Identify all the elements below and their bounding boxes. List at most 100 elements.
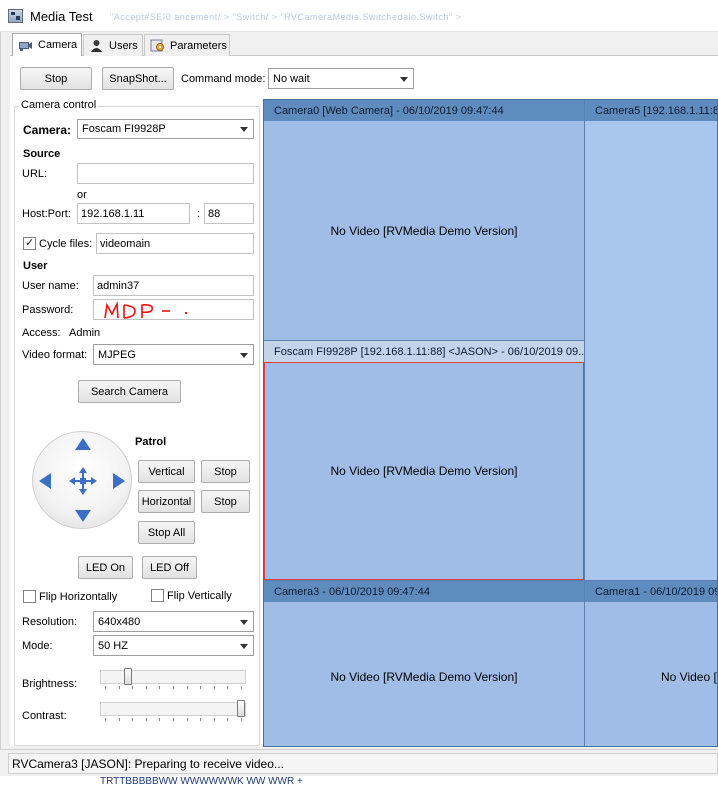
brightness-slider-thumb[interactable]: [124, 668, 132, 685]
status-text: RVCamera3 [JASON]: Preparing to receive …: [8, 753, 718, 774]
host-input[interactable]: 192.168.1.11: [77, 203, 190, 224]
stop-button[interactable]: Stop: [20, 67, 92, 90]
tab-camera-label: Camera: [38, 39, 78, 51]
slider-tick: [227, 718, 228, 721]
app-icon: [8, 9, 23, 23]
search-camera-button[interactable]: Search Camera: [78, 380, 181, 403]
url-input[interactable]: [77, 163, 254, 184]
command-mode-value: No wait: [273, 72, 310, 85]
slider-tick: [241, 718, 242, 721]
slider-tick: [187, 686, 188, 689]
username-input[interactable]: admin37: [93, 275, 254, 296]
patrol-vertical-stop-button[interactable]: Stop: [201, 460, 250, 483]
background-text: "Accept#SEI0 ancement/ > "Switch/ > "RVC…: [110, 12, 462, 22]
patrol-vertical-button[interactable]: Vertical: [138, 460, 195, 483]
password-label: Password:: [22, 304, 74, 316]
window-title: Media Test: [30, 9, 93, 24]
slider-tick: [241, 686, 242, 689]
slider-tick: [146, 718, 147, 721]
video-format-value: MJPEG: [98, 348, 136, 361]
video-cell-header: Foscam FI9928P [192.168.1.11:88] <JASON>…: [264, 341, 584, 362]
window-edge: [0, 32, 1, 749]
status-bar: RVCamera3 [JASON]: Preparing to receive …: [0, 749, 718, 776]
tab-camera[interactable]: Camera: [12, 33, 82, 56]
flip-horizontal-label: Flip Horizontally: [39, 591, 118, 603]
patrol-horizontal-stop-button[interactable]: Stop: [201, 490, 250, 513]
resolution-select[interactable]: 640x480: [93, 611, 254, 632]
patrol-heading: Patrol: [135, 436, 167, 448]
slider-tick: [173, 686, 174, 689]
slider-tick: [173, 718, 174, 721]
slider-tick: [132, 686, 133, 689]
mode-label: Mode:: [22, 640, 53, 652]
tab-users[interactable]: Users: [83, 34, 143, 56]
cycle-files-label: Cycle files:: [39, 238, 93, 250]
video-cell[interactable]: Camera5 [192.168.1.11:88]: [585, 100, 717, 580]
video-cell[interactable]: Camera1 - 06/10/2019 09:47:44 No Video […: [585, 581, 717, 746]
center-icon[interactable]: [67, 465, 99, 497]
led-on-button[interactable]: LED On: [78, 556, 133, 579]
video-cell-header: Camera5 [192.168.1.11:88]: [585, 100, 717, 121]
video-format-select[interactable]: MJPEG: [93, 344, 254, 365]
arrow-down-icon[interactable]: [75, 510, 91, 522]
port-separator: :: [197, 208, 201, 220]
password-input[interactable]: [93, 299, 254, 320]
source-heading: Source: [23, 148, 61, 160]
slider-tick: [214, 686, 215, 689]
port-input[interactable]: 88: [204, 203, 254, 224]
video-cell-message: No Video [RVMedia Demo Version]: [330, 669, 518, 684]
video-cell-message: No Video [RVMedia Demo Version]: [264, 362, 584, 580]
contrast-slider-thumb[interactable]: [237, 700, 245, 717]
arrow-right-icon[interactable]: [113, 473, 125, 489]
tab-parameters[interactable]: Parameters: [144, 34, 230, 56]
video-cell-message: No Video [RVMedia Demo Version]: [330, 223, 518, 238]
flip-vertical-checkbox[interactable]: [151, 589, 164, 602]
background-window: TRTTBBBBBWW WWWWWWK WW WWR +: [0, 776, 718, 787]
video-cell-selected[interactable]: Foscam FI9928P [192.168.1.11:88] <JASON>…: [264, 341, 584, 580]
chevron-down-icon: [240, 352, 248, 358]
chevron-down-icon: [240, 127, 248, 132]
slider-tick: [159, 686, 160, 689]
slider-tick: [227, 686, 228, 689]
video-cell[interactable]: Camera3 - 06/10/2019 09:47:44 No Video […: [264, 581, 584, 746]
hostport-label: Host:Port:: [22, 208, 71, 220]
ptz-control[interactable]: [32, 431, 132, 529]
access-label: Access:: [22, 327, 61, 339]
mode-select[interactable]: 50 HZ: [93, 635, 254, 656]
patrol-horizontal-button[interactable]: Horizontal: [138, 490, 195, 513]
resolution-label: Resolution:: [22, 616, 78, 628]
tab-parameters-label: Parameters: [170, 39, 227, 52]
contrast-label: Contrast:: [22, 710, 67, 722]
arrow-left-icon[interactable]: [39, 473, 51, 489]
cycle-files-input[interactable]: videomain: [96, 233, 254, 254]
chevron-down-icon: [240, 619, 248, 625]
user-heading: User: [23, 260, 48, 272]
or-text: or: [77, 189, 87, 201]
brightness-label: Brightness:: [22, 678, 78, 690]
slider-tick: [132, 718, 133, 721]
camera-icon: [18, 39, 33, 52]
video-cell-header: Camera1 - 06/10/2019 09:47:44: [585, 581, 717, 602]
flip-vertical-label: Flip Vertically: [167, 590, 232, 602]
url-label: URL:: [22, 168, 48, 180]
brightness-slider[interactable]: [100, 668, 246, 689]
username-label: User name:: [22, 280, 79, 292]
snapshot-button[interactable]: SnapShot...: [102, 67, 174, 90]
contrast-slider[interactable]: [100, 700, 246, 721]
flip-horizontal-checkbox[interactable]: [23, 590, 36, 603]
parameters-icon: [150, 39, 165, 52]
arrow-up-icon[interactable]: [75, 438, 91, 450]
camera-select[interactable]: Foscam FI9928P: [77, 119, 254, 139]
video-cell-header: Camera3 - 06/10/2019 09:47:44: [264, 581, 584, 602]
slider-tick: [159, 718, 160, 721]
command-mode-select[interactable]: No wait: [268, 68, 414, 89]
slider-tick: [187, 718, 188, 721]
stop-all-button[interactable]: Stop All: [138, 521, 195, 544]
chevron-down-icon: [400, 76, 408, 82]
led-off-button[interactable]: LED Off: [142, 556, 197, 579]
cycle-files-checkbox[interactable]: [23, 236, 36, 250]
slider-tick: [119, 718, 120, 721]
user-icon: [89, 39, 104, 52]
video-cell[interactable]: Camera0 [Web Camera] - 06/10/2019 09:47:…: [264, 100, 584, 340]
video-cell-message: No Video [R: [661, 669, 717, 684]
